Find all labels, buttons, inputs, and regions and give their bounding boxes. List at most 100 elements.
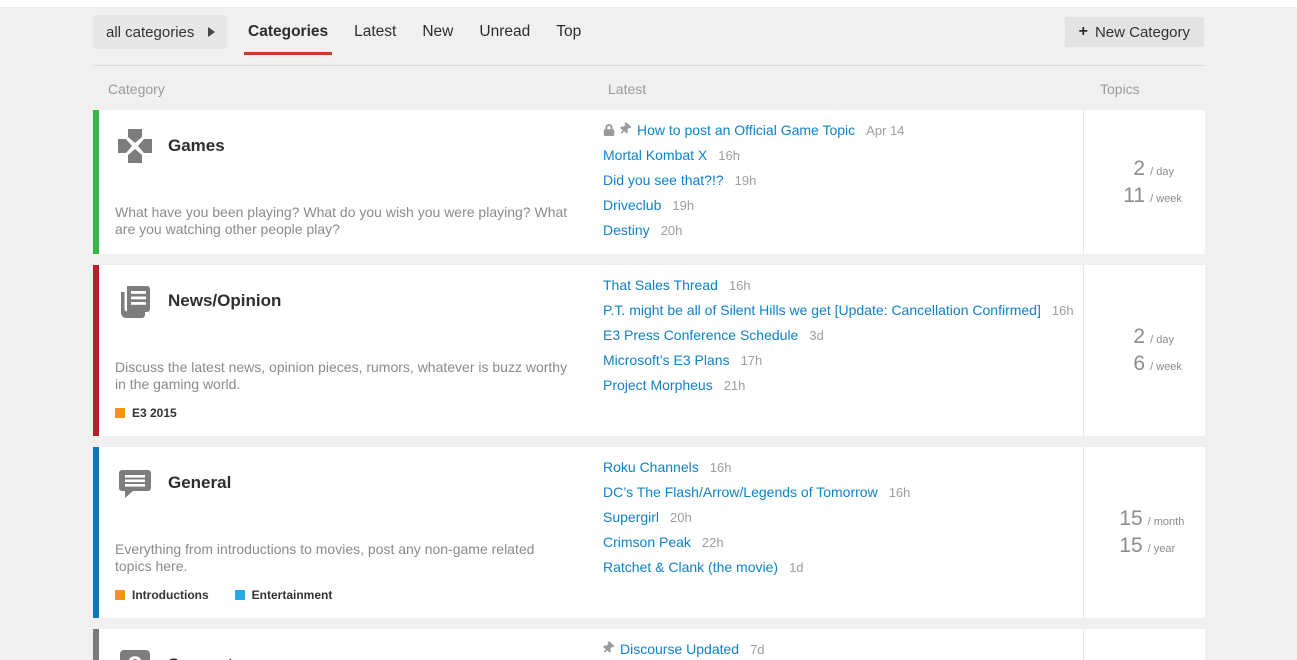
category-filter-dropdown[interactable]: all categories [93, 15, 227, 49]
topic-link[interactable]: E3 Press Conference Schedule [603, 327, 798, 343]
topic-time: 16h [1052, 303, 1074, 318]
topic-link[interactable]: Ratchet & Clank (the movie) [603, 559, 778, 575]
topic-link[interactable]: Did you see that?!? [603, 172, 724, 188]
topics-stats-cell: 15 / month 15 / year [1083, 447, 1205, 618]
stat-unit: / year [1148, 543, 1176, 555]
topic-list: That Sales Thread 16h P.T. might be all … [603, 273, 1083, 398]
caret-right-icon [208, 27, 215, 37]
site-header-remnant [0, 0, 1297, 7]
subcategory-label: Introductions [132, 588, 209, 602]
subcategory-label: E3 2015 [132, 406, 177, 420]
category-cell: News/Opinion Discuss the latest news, op… [99, 265, 595, 436]
topic-time: 19h [735, 173, 757, 188]
nav-tab-latest[interactable]: Latest [341, 19, 409, 45]
subcategory-color-square [115, 590, 125, 600]
topic-link[interactable]: Crimson Peak [603, 534, 691, 550]
nav-tab-categories[interactable]: Categories [235, 19, 341, 45]
nav-tab-new[interactable]: New [409, 19, 466, 45]
topic-time: 16h [718, 148, 740, 163]
stat-unit: / month [1148, 516, 1185, 528]
topic-link[interactable]: Discourse Updated [620, 641, 739, 657]
topic-link[interactable]: Supergirl [603, 509, 659, 525]
stat-value: 2 [1107, 325, 1145, 349]
topic-time: 3d [809, 328, 823, 343]
topic-item: DC’s The Flash/Arrow/Legends of Tomorrow… [603, 480, 1083, 505]
topic-time: 19h [672, 198, 694, 213]
gamepad-icon [115, 126, 155, 166]
subcategory-badge[interactable]: Entertainment [235, 588, 333, 602]
category-head: ? Support [115, 645, 571, 660]
topic-time: Apr 14 [866, 123, 904, 138]
topic-time: 20h [661, 223, 683, 238]
category-head: Games [115, 126, 571, 166]
topic-link[interactable]: Mortal Kombat X [603, 147, 707, 163]
stat-unit: / day [1150, 166, 1174, 178]
nav-tab-top[interactable]: Top [543, 19, 594, 45]
nav-tab-unread[interactable]: Unread [466, 19, 543, 45]
topic-item: Project Morpheus 21h [603, 373, 1083, 398]
topic-item: E3 Press Conference Schedule 3d [603, 323, 1083, 348]
category-head: News/Opinion [115, 281, 571, 321]
topic-link[interactable]: How to post an Official Game Topic [637, 122, 855, 138]
topic-link[interactable]: DC’s The Flash/Arrow/Legends of Tomorrow [603, 484, 878, 500]
stat-unit: / week [1150, 193, 1182, 205]
latest-topics-cell: Discourse Updated 7d [595, 629, 1083, 660]
topic-item: Driveclub 19h [603, 193, 1083, 218]
topic-link[interactable]: Roku Channels [603, 459, 699, 475]
nav-tabs: CategoriesLatestNewUnreadTop [235, 19, 594, 45]
stat-unit: / day [1150, 334, 1174, 346]
topic-item: Discourse Updated 7d [603, 637, 1083, 660]
column-header-topics: Topics [1100, 81, 1140, 97]
topic-stat: 2 / day [1107, 157, 1182, 181]
subcategory-color-square [115, 408, 125, 418]
category-row: Games What have you been playing? What d… [93, 110, 1205, 254]
question-icon: ? [115, 645, 155, 660]
topic-time: 1d [789, 560, 803, 575]
topic-time: 21h [724, 378, 746, 393]
topic-link[interactable]: Project Morpheus [603, 377, 713, 393]
topic-link[interactable]: Destiny [603, 222, 650, 238]
chat-icon [115, 463, 155, 503]
category-cell: ? Support [99, 629, 595, 660]
topic-time: 17h [741, 353, 763, 368]
topic-link[interactable]: P.T. might be all of Silent Hills we get… [603, 302, 1041, 318]
topic-item: Microsoft’s E3 Plans 17h [603, 348, 1083, 373]
topic-link[interactable]: That Sales Thread [603, 277, 718, 293]
topic-stat: 15 / year [1105, 534, 1185, 558]
category-name-link[interactable]: News/Opinion [168, 291, 281, 311]
category-description: What have you been playing? What do you … [115, 204, 571, 238]
new-category-button[interactable]: + New Category [1065, 17, 1204, 47]
topic-link[interactable]: Microsoft’s E3 Plans [603, 352, 730, 368]
topic-item: How to post an Official Game Topic Apr 1… [603, 118, 1083, 143]
topic-item: Mortal Kombat X 16h [603, 143, 1083, 168]
topic-time: 20h [670, 510, 692, 525]
category-name-link[interactable]: General [168, 473, 231, 493]
topic-list: Discourse Updated 7d [603, 637, 1083, 660]
topic-stat: 11 / week [1107, 184, 1182, 208]
category-name-link[interactable]: Games [168, 136, 225, 156]
pin-icon [620, 124, 632, 136]
category-description: Discuss the latest news, opinion pieces,… [115, 359, 571, 393]
topics-stats-cell: 2 / day 6 / week [1083, 265, 1205, 436]
subcategory-badge[interactable]: Introductions [115, 588, 209, 602]
topic-link[interactable]: Driveclub [603, 197, 661, 213]
subcategory-list: Introductions Entertainment [115, 588, 571, 602]
subcategory-label: Entertainment [252, 588, 333, 602]
pin-icon [603, 643, 615, 655]
stats-block: 15 / month 15 / year [1105, 504, 1185, 561]
lock-icon [603, 124, 615, 136]
stats-block: 2 / day 6 / week [1107, 322, 1182, 379]
stat-value: 2 [1107, 157, 1145, 181]
table-header: Category Latest Topics [0, 66, 1297, 110]
category-name-link[interactable]: Support [168, 655, 233, 660]
svg-text:?: ? [127, 652, 142, 660]
topic-time: 7d [750, 642, 764, 657]
category-row: General Everything from introductions to… [93, 447, 1205, 618]
topic-stat: 6 / week [1107, 352, 1182, 376]
topic-item: Crimson Peak 22h [603, 530, 1083, 555]
subcategory-badge[interactable]: E3 2015 [115, 406, 177, 420]
stat-unit: / week [1150, 361, 1182, 373]
topic-stat: 15 / month [1105, 507, 1185, 531]
topic-item: Destiny 20h [603, 218, 1083, 243]
category-rows: Games What have you been playing? What d… [93, 110, 1205, 660]
